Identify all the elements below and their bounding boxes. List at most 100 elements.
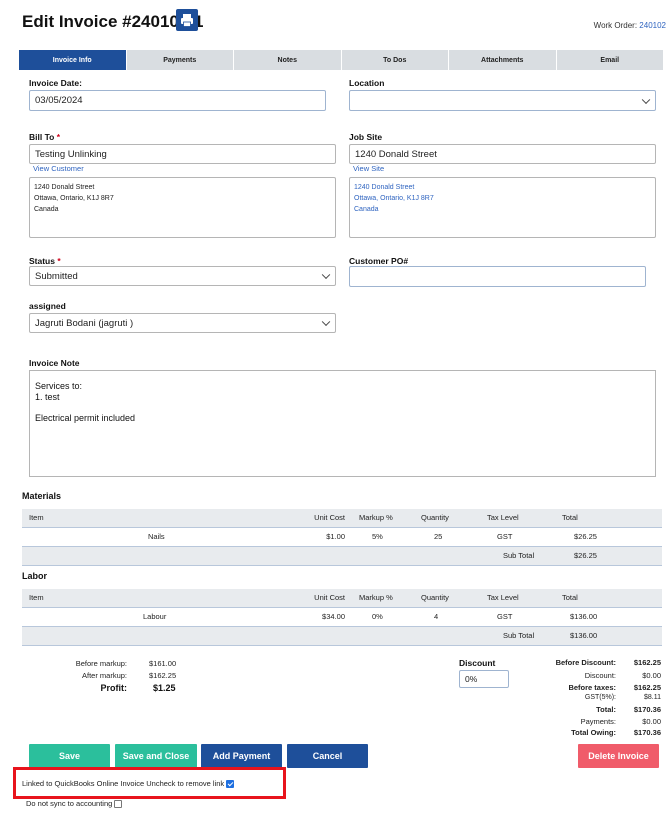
total-label: Total: — [596, 705, 616, 714]
before-taxes-value: $162.25 — [633, 683, 661, 692]
tab-notes[interactable]: Notes — [234, 50, 342, 70]
cell-total: $26.25 — [574, 532, 597, 541]
cell-tax-level: GST — [497, 532, 513, 541]
bill-address-line-3: Canada — [34, 206, 59, 213]
customer-po-label: Customer PO# — [349, 256, 409, 266]
col-quantity: Quantity — [421, 593, 449, 602]
invoice-note-textarea[interactable]: Services to: 1. test Electrical permit i… — [29, 370, 656, 477]
add-payment-button[interactable]: Add Payment — [201, 744, 282, 768]
before-markup-label: Before markup: — [75, 659, 127, 668]
note-line-2: 1. test — [35, 391, 60, 402]
cell-total: $136.00 — [570, 612, 598, 621]
invoice-note-label: Invoice Note — [29, 358, 80, 368]
required-mark: * — [56, 132, 61, 142]
printer-icon — [181, 14, 193, 27]
col-unit-cost: Unit Cost — [314, 513, 345, 522]
gst-value: $8.11 — [644, 694, 661, 701]
profit-value: $1.25 — [153, 683, 176, 693]
work-order-link[interactable]: 240102 — [639, 21, 666, 30]
tab-attachments[interactable]: Attachments — [449, 50, 557, 70]
labor-table: Item Unit Cost Markup % Quantity Tax Lev… — [22, 589, 662, 646]
view-customer-link[interactable]: View Customer — [33, 164, 84, 173]
no-sync-checkbox[interactable] — [114, 800, 123, 809]
required-mark: * — [57, 256, 61, 266]
bill-address-line-2: Ottawa, Ontario, K1J 8R7 — [34, 195, 114, 202]
cell-unit-cost: $34.00 — [322, 612, 345, 621]
save-and-close-button[interactable]: Save and Close — [115, 744, 197, 768]
view-site-link[interactable]: View Site — [353, 164, 384, 173]
tab-bar: Invoice Info Payments Notes To Dos Attac… — [19, 50, 666, 70]
job-site-value: 1240 Donald Street — [355, 148, 437, 160]
col-markup: Markup % — [359, 593, 393, 602]
materials-table: Item Unit Cost Markup % Quantity Tax Lev… — [22, 509, 662, 566]
subtotal-value: $136.00 — [570, 631, 598, 640]
bill-to-value: Testing Unlinking — [35, 148, 107, 160]
cell-unit-cost: $1.00 — [326, 532, 345, 541]
col-tax-level: Tax Level — [487, 593, 519, 602]
save-button[interactable]: Save — [29, 744, 110, 768]
subtotal-label: Sub Total — [503, 631, 535, 640]
total-owing-label: Total Owing: — [571, 728, 616, 737]
payments-label: Payments: — [580, 717, 616, 726]
subtotal-row: Sub Total $26.25 — [22, 547, 662, 566]
work-order-label: Work Order: — [593, 21, 640, 30]
col-tax-level: Tax Level — [487, 513, 519, 522]
materials-title: Materials — [22, 491, 62, 501]
cell-tax-level: GST — [497, 612, 513, 621]
subtotal-label: Sub Total — [503, 551, 535, 560]
col-quantity: Quantity — [421, 513, 449, 522]
print-button[interactable] — [176, 9, 198, 31]
qbo-link-checkbox[interactable] — [226, 780, 235, 789]
assigned-select[interactable]: Jagruti Bodani (jagruti ) — [29, 313, 336, 333]
qbo-link-label: Linked to QuickBooks Online Invoice Unch… — [22, 779, 225, 788]
profit-label: Profit: — [100, 683, 128, 693]
before-taxes-label: Before taxes: — [568, 683, 616, 692]
note-line-4: Electrical permit included — [35, 412, 136, 423]
tab-payments[interactable]: Payments — [126, 50, 234, 70]
status-select[interactable]: Submitted — [29, 266, 336, 286]
tab-invoice-info[interactable]: Invoice Info — [19, 50, 127, 70]
col-item: Item — [29, 593, 44, 602]
cell-quantity: 25 — [434, 532, 443, 541]
bill-address-line-1: 1240 Donald Street — [34, 184, 95, 191]
bill-to-label-text: Bill To — [29, 132, 55, 142]
table-row[interactable]: Nails $1.00 5% 25 GST $26.25 — [22, 528, 662, 547]
before-discount-label: Before Discount: — [555, 658, 616, 667]
col-unit-cost: Unit Cost — [314, 593, 345, 602]
table-row[interactable]: Labour $34.00 0% 4 GST $136.00 — [22, 608, 662, 627]
work-order: Work Order: 240102 — [594, 21, 666, 30]
discount-total-value: $0.00 — [642, 671, 661, 680]
location-select[interactable] — [349, 90, 656, 111]
table-header: Item Unit Cost Markup % Quantity Tax Lev… — [22, 589, 662, 608]
bill-to-input[interactable]: Testing Unlinking — [29, 144, 336, 164]
col-total: Total — [562, 593, 578, 602]
col-markup: Markup % — [359, 513, 393, 522]
cancel-button[interactable]: Cancel — [287, 744, 368, 768]
before-markup-value: $161.00 — [149, 659, 177, 668]
site-address-line-2: Ottawa, Ontario, K1J 8R7 — [354, 195, 434, 202]
customer-po-input[interactable] — [349, 266, 646, 287]
location-label: Location — [349, 78, 385, 88]
delete-invoice-button[interactable]: Delete Invoice — [578, 744, 659, 768]
cell-item: Nails — [148, 532, 165, 541]
no-sync-row: Do not sync to accounting — [26, 799, 123, 809]
cell-markup: 0% — [372, 612, 383, 621]
invoice-date-input[interactable]: 03/05/2024 — [29, 90, 326, 111]
discount-total-label: Discount: — [584, 671, 616, 680]
job-site-input[interactable]: 1240 Donald Street — [349, 144, 656, 164]
invoice-date-value: 03/05/2024 — [35, 95, 83, 106]
status-label: Status * — [29, 256, 61, 266]
tab-email[interactable]: Email — [556, 50, 664, 70]
total-owing-value: $170.36 — [633, 728, 661, 737]
col-total: Total — [562, 513, 578, 522]
tab-todos[interactable]: To Dos — [341, 50, 449, 70]
site-address-box[interactable]: 1240 Donald Street Ottawa, Ontario, K1J … — [349, 177, 656, 238]
bill-address-box[interactable]: 1240 Donald Street Ottawa, Ontario, K1J … — [29, 177, 336, 238]
qbo-link-row: Linked to QuickBooks Online Invoice Unch… — [22, 779, 235, 789]
col-item: Item — [29, 513, 44, 522]
bill-to-label: Bill To * — [29, 132, 60, 142]
after-markup-label: After markup: — [81, 671, 127, 680]
site-address-line-1: 1240 Donald Street — [354, 184, 415, 191]
no-sync-label: Do not sync to accounting — [26, 799, 113, 808]
note-line-1: Services to: — [35, 381, 83, 391]
